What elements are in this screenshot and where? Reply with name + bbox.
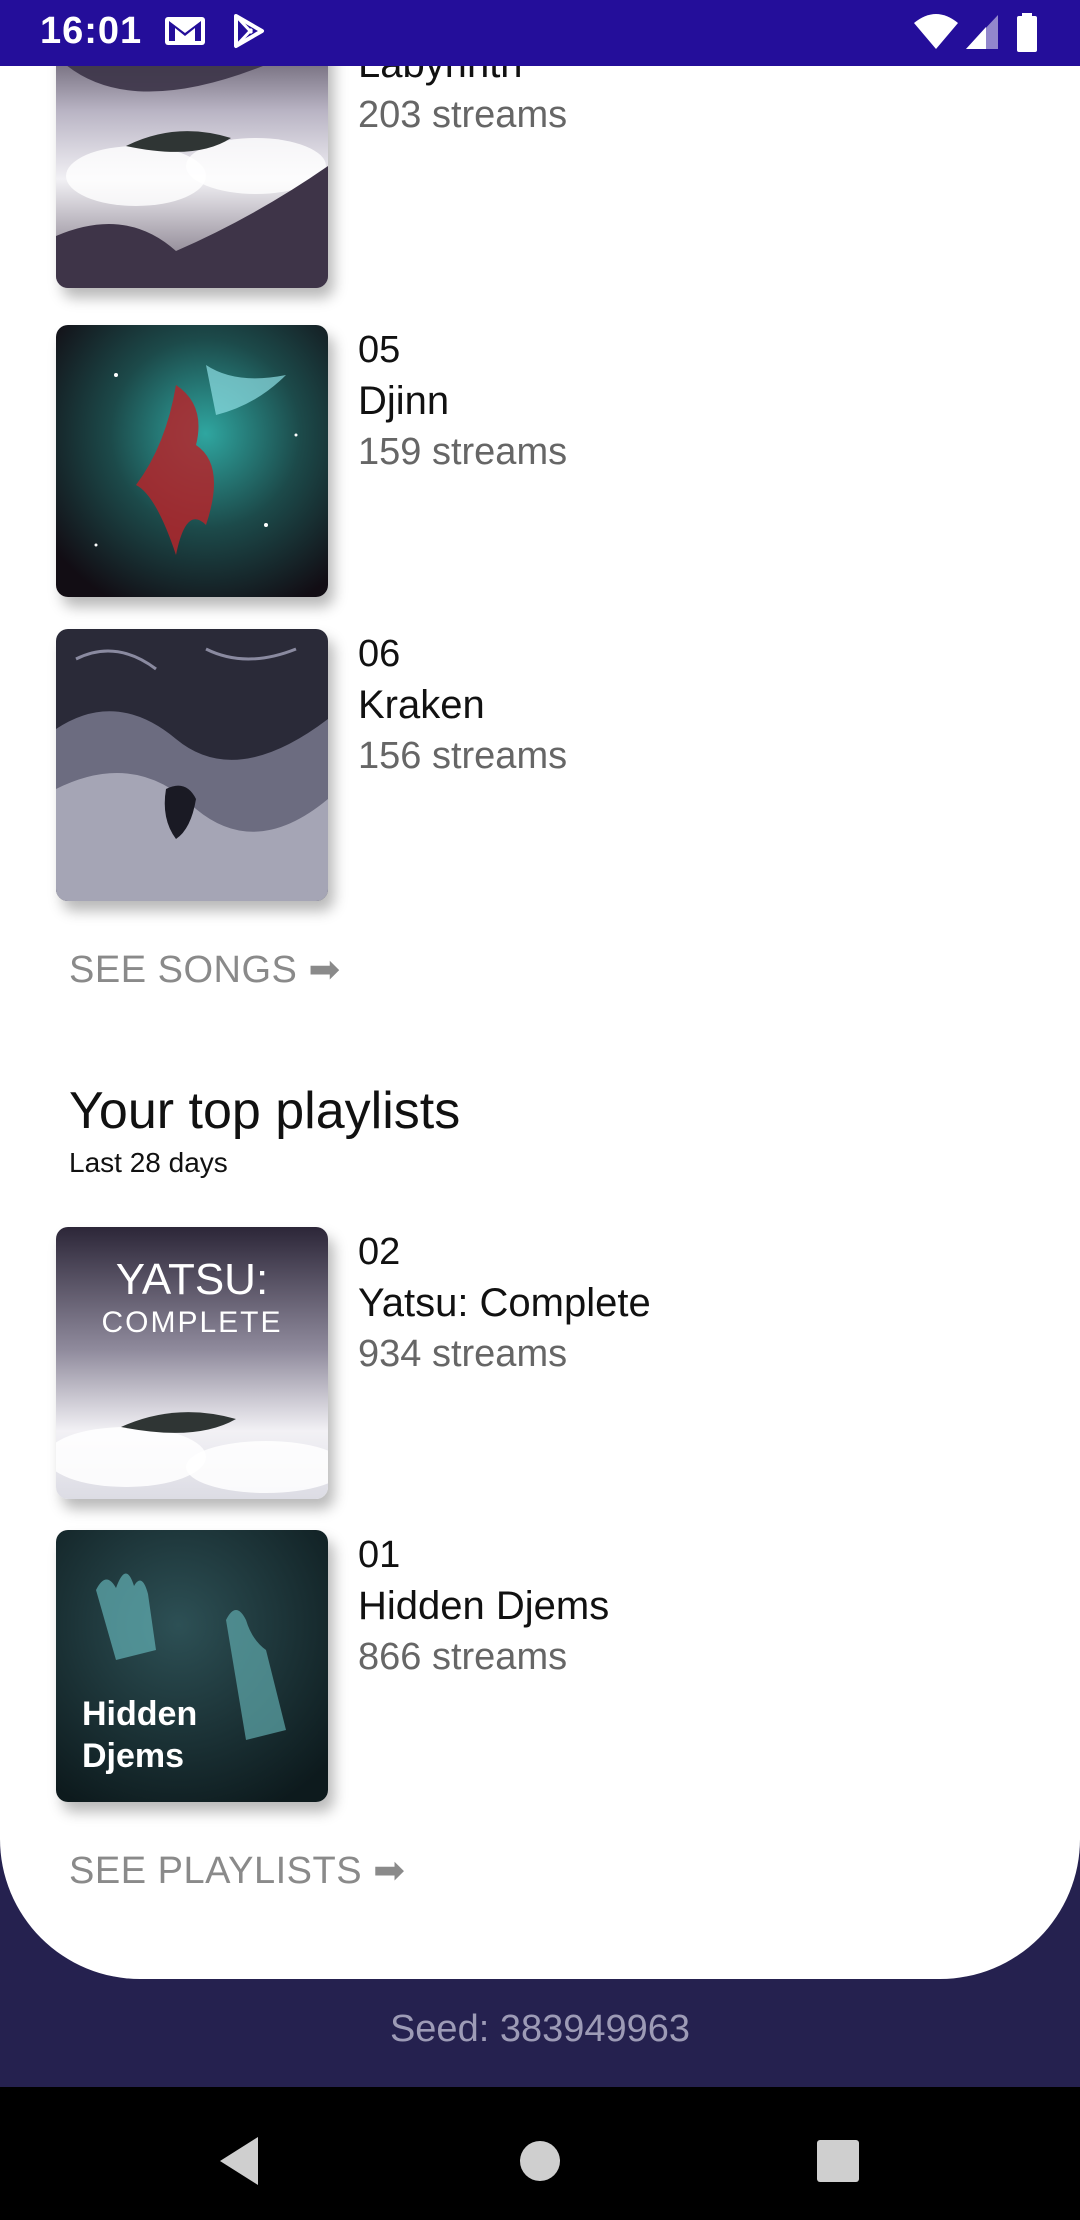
- home-icon[interactable]: [500, 2121, 580, 2201]
- seed-label: Seed: 383949963: [389, 2008, 691, 2050]
- song-streams: 156 streams: [358, 735, 568, 777]
- status-time: 16:01: [40, 10, 143, 52]
- wifi-icon: [914, 14, 958, 49]
- playlist-art-text: COMPLETE: [101, 1306, 282, 1339]
- playlist-art-text: Hidden: [82, 1695, 197, 1733]
- playlist-art-text: Djems: [82, 1737, 184, 1775]
- status-bar: 16:01: [0, 0, 1080, 66]
- see-playlists-link[interactable]: SEE PLAYLISTS ➡: [69, 1848, 405, 1893]
- album-art-djinn: [56, 325, 328, 597]
- playlist-streams: 934 streams: [358, 1333, 568, 1375]
- see-songs-link[interactable]: SEE SONGS ➡: [69, 947, 341, 992]
- navigation-bar: [0, 2087, 1080, 2220]
- playlist-art-hidden-djems: Hidden Djems: [56, 1530, 328, 1802]
- playlist-art-yatsu: YATSU: COMPLETE: [56, 1227, 328, 1499]
- song-row[interactable]: 05 Djinn 159 streams: [0, 325, 1080, 597]
- song-rank: 05: [358, 329, 401, 371]
- song-title: Labyrinth: [358, 66, 523, 87]
- playlist-row[interactable]: Hidden Djems 01 Hidden Djems 866 streams: [0, 1530, 1080, 1802]
- playlist-rank: 02: [358, 1231, 401, 1273]
- playlist-streams: 866 streams: [358, 1636, 568, 1678]
- stats-card: Labyrinth 203 streams: [0, 66, 1080, 1979]
- song-row[interactable]: Labyrinth 203 streams: [0, 66, 1080, 288]
- playlist-row[interactable]: YATSU: COMPLETE 02 Yatsu: Complete 934 s…: [0, 1227, 1080, 1499]
- song-streams: 203 streams: [358, 94, 568, 136]
- playlist-rank: 01: [358, 1534, 401, 1576]
- playlist-title: Hidden Djems: [358, 1584, 610, 1628]
- song-title: Kraken: [358, 683, 485, 727]
- playlists-section-title: Your top playlists: [69, 1082, 461, 1140]
- song-row[interactable]: 06 Kraken 156 streams: [0, 629, 1080, 901]
- play-store-icon: [234, 14, 264, 48]
- battery-icon: [1017, 13, 1037, 52]
- playlist-title: Yatsu: Complete: [358, 1281, 651, 1325]
- back-icon[interactable]: [200, 2121, 280, 2201]
- song-rank: 06: [358, 633, 401, 675]
- album-art-labyrinth: [56, 66, 328, 288]
- song-title: Djinn: [358, 379, 450, 423]
- playlists-section-subtitle: Last 28 days: [69, 1147, 228, 1178]
- album-art-kraken: [56, 629, 328, 901]
- song-streams: 159 streams: [358, 431, 568, 473]
- recents-icon[interactable]: [798, 2121, 878, 2201]
- playlist-art-text: YATSU:: [116, 1255, 268, 1304]
- gmail-icon: [165, 17, 205, 45]
- signal-icon: [966, 15, 998, 49]
